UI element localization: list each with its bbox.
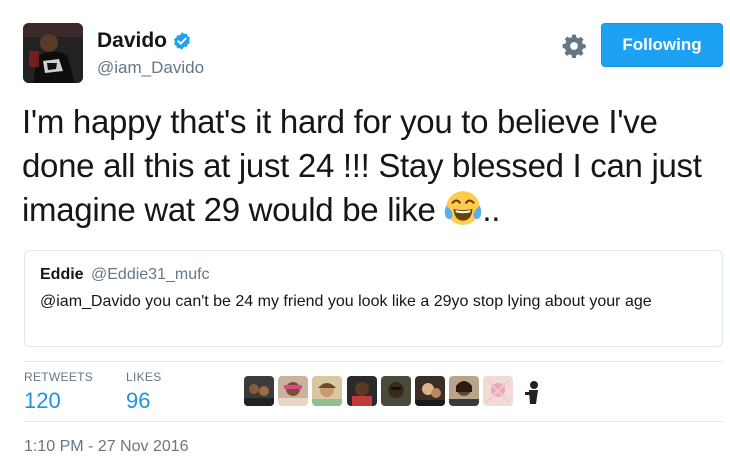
tweet-text-block: I'm happy that's it hard for you to beli… xyxy=(22,100,712,232)
retweets-count: 120 xyxy=(24,388,61,413)
likes-label: LIKES xyxy=(126,370,162,384)
quote-header: Eddie @Eddie31_mufc xyxy=(40,266,210,284)
liker-avatar[interactable] xyxy=(346,376,377,406)
quote-author-name: Eddie xyxy=(40,266,84,283)
stats-divider-bottom xyxy=(24,421,723,422)
likers-avatar-row xyxy=(244,376,552,406)
liker-avatar[interactable] xyxy=(380,376,411,406)
tweet-timestamp[interactable]: 1:10 PM - 27 Nov 2016 xyxy=(24,438,189,456)
following-button[interactable]: Following xyxy=(601,23,723,67)
liker-avatar[interactable] xyxy=(517,376,548,406)
liker-avatar[interactable] xyxy=(244,376,274,406)
likes-count: 96 xyxy=(126,388,151,413)
author-handle[interactable]: @iam_Davido xyxy=(97,58,204,78)
verified-badge-icon xyxy=(174,32,190,50)
tweet-text: I'm happy that's it hard for you to beli… xyxy=(22,103,702,228)
quote-author-handle: @Eddie31_mufc xyxy=(91,266,210,283)
retweets-stat[interactable]: RETWEETS 120 xyxy=(24,370,93,414)
liker-avatar[interactable] xyxy=(449,376,480,406)
retweets-label: RETWEETS xyxy=(24,370,94,384)
liker-avatar[interactable] xyxy=(483,376,514,406)
author-name[interactable]: Davido xyxy=(97,29,192,53)
tweet-suffix: .. xyxy=(482,191,501,228)
quoted-tweet[interactable]: Eddie @Eddie31_mufc @iam_Davido you can'… xyxy=(24,250,723,347)
gear-icon[interactable] xyxy=(561,33,587,59)
liker-avatar[interactable] xyxy=(278,376,309,406)
stats-divider-top xyxy=(24,361,723,362)
liker-avatar[interactable] xyxy=(312,376,343,406)
liker-avatar[interactable] xyxy=(414,376,445,406)
quote-text: @iam_Davido you can't be 24 my friend yo… xyxy=(40,293,652,310)
avatar-image xyxy=(23,23,83,83)
tears-of-joy-emoji-icon xyxy=(445,191,482,225)
likes-stat[interactable]: LIKES 96 xyxy=(126,370,162,414)
author-name-text: Davido xyxy=(97,29,168,52)
author-avatar[interactable] xyxy=(23,23,83,83)
